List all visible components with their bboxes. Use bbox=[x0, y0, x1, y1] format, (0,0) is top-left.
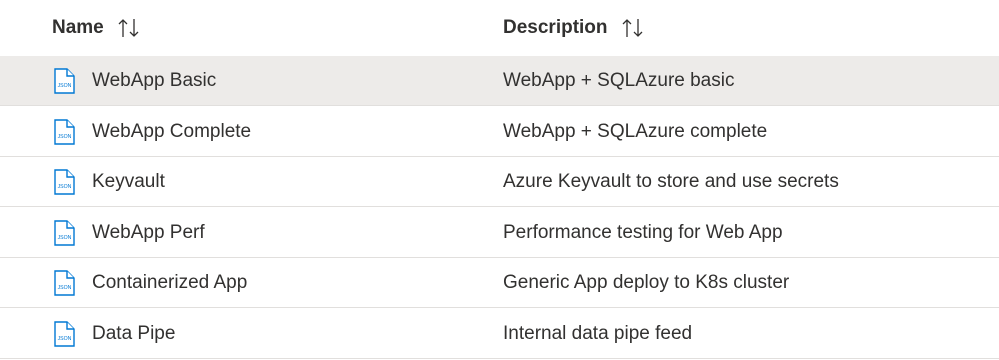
sort-up-down-icon[interactable] bbox=[621, 16, 647, 40]
column-header-description-label: Description bbox=[503, 17, 608, 38]
list-header: Name Description bbox=[0, 0, 999, 56]
table-row[interactable]: JSON WebApp Perf Performance testing for W… bbox=[0, 208, 999, 258]
row-description: Generic App deploy to K8s cluster bbox=[503, 272, 790, 294]
svg-text:JSON: JSON bbox=[58, 336, 72, 342]
table-row[interactable]: JSON WebApp Complete WebApp + SQLAzure com… bbox=[0, 107, 999, 157]
row-description: WebApp + SQLAzure complete bbox=[503, 120, 768, 142]
column-header-name-label: Name bbox=[52, 17, 104, 38]
row-name[interactable]: WebApp Perf bbox=[92, 208, 205, 258]
templates-list: Name Description JSON WebApp Basic WebApp … bbox=[0, 0, 999, 360]
svg-text:JSON: JSON bbox=[58, 285, 72, 291]
table-row[interactable]: JSON Containerized App Generic App deploy … bbox=[0, 258, 999, 309]
svg-text:JSON: JSON bbox=[58, 235, 72, 241]
row-description: Azure Keyvault to store and use secrets bbox=[503, 171, 839, 193]
row-description: Internal data pipe feed bbox=[503, 323, 693, 344]
row-name[interactable]: Keyvault bbox=[92, 157, 165, 207]
table-row[interactable]: JSON Data Pipe Internal data pipe feed bbox=[0, 309, 999, 359]
table-row[interactable]: JSON Keyvault Azure Keyvault to store and … bbox=[0, 157, 999, 208]
row-name[interactable]: WebApp Complete bbox=[92, 107, 251, 157]
row-name[interactable]: WebApp Basic bbox=[92, 56, 216, 106]
json-file-icon: JSON bbox=[52, 118, 76, 145]
table-row[interactable]: JSON WebApp Basic WebApp + SQLAzure basic bbox=[0, 56, 999, 106]
row-name[interactable]: Containerized App bbox=[92, 258, 247, 308]
json-file-icon: JSON bbox=[52, 169, 76, 195]
column-header-description[interactable]: Description bbox=[503, 0, 647, 56]
column-header-name[interactable]: Name bbox=[52, 0, 143, 56]
row-description: Performance testing for Web App bbox=[503, 221, 783, 243]
row-name[interactable]: Data Pipe bbox=[92, 309, 175, 359]
svg-text:JSON: JSON bbox=[58, 83, 72, 89]
json-file-icon: JSON bbox=[52, 220, 76, 246]
svg-text:JSON: JSON bbox=[58, 134, 72, 140]
row-description: WebApp + SQLAzure basic bbox=[503, 70, 735, 91]
sort-up-down-icon[interactable] bbox=[117, 16, 143, 40]
json-file-icon: JSON bbox=[52, 68, 76, 94]
json-file-icon: JSON bbox=[52, 321, 76, 347]
svg-text:JSON: JSON bbox=[58, 184, 72, 190]
json-file-icon: JSON bbox=[52, 270, 76, 297]
